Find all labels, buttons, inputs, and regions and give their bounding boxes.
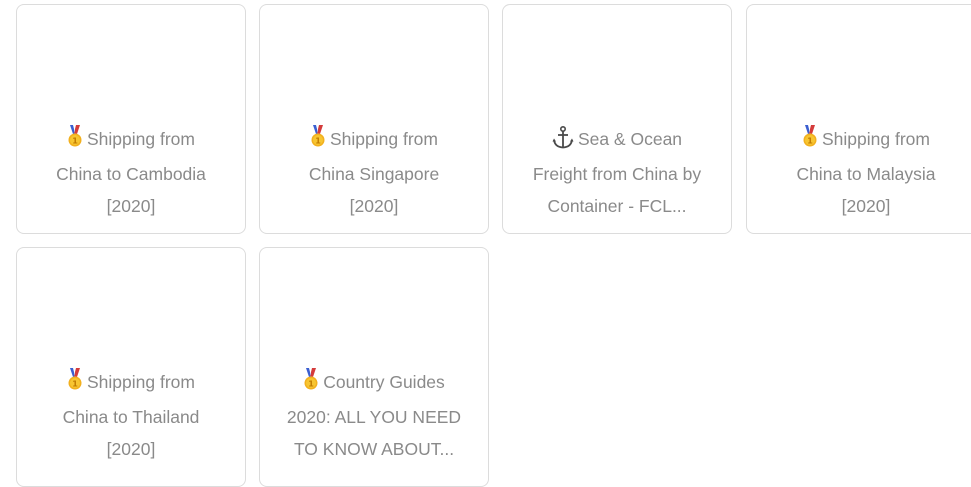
medal-icon: 1 (67, 125, 83, 158)
medal-icon: 1 (303, 368, 319, 401)
post-title[interactable]: 1 Shipping from China to Cambodia [2020] (31, 123, 231, 223)
svg-text:1: 1 (308, 380, 314, 389)
svg-text:1: 1 (72, 137, 78, 146)
related-posts-grid: 1 Shipping from China to Cambodia [2020]… (0, 0, 971, 487)
post-thumbnail[interactable] (17, 248, 245, 358)
post-title[interactable]: Sea & Ocean Freight from China by Contai… (517, 123, 717, 223)
post-card-sea-ocean-freight[interactable]: Sea & Ocean Freight from China by Contai… (502, 4, 732, 234)
medal-icon: 1 (67, 368, 83, 401)
post-thumbnail[interactable] (260, 5, 488, 115)
post-thumbnail[interactable] (503, 5, 731, 115)
post-title[interactable]: 1 Country Guides 2020: ALL YOU NEED TO K… (274, 366, 474, 466)
svg-text:1: 1 (807, 137, 813, 146)
post-card-shipping-cambodia[interactable]: 1 Shipping from China to Cambodia [2020] (16, 4, 246, 234)
medal-icon: 1 (310, 125, 326, 158)
svg-text:1: 1 (315, 137, 321, 146)
svg-text:1: 1 (72, 380, 78, 389)
post-card-shipping-singapore[interactable]: 1 Shipping from China Singapore [2020] (259, 4, 489, 234)
post-title[interactable]: 1 Shipping from China to Thailand [2020] (31, 366, 231, 466)
medal-icon: 1 (802, 125, 818, 158)
post-thumbnail[interactable] (747, 5, 971, 115)
post-thumbnail[interactable] (260, 248, 488, 358)
post-card-shipping-malaysia[interactable]: 1 Shipping from China to Malaysia [2020] (746, 4, 971, 234)
post-title[interactable]: 1 Shipping from China Singapore [2020] (274, 123, 474, 223)
post-thumbnail[interactable] (17, 5, 245, 115)
anchor-icon (552, 125, 574, 158)
post-title[interactable]: 1 Shipping from China to Malaysia [2020] (761, 123, 971, 223)
post-card-shipping-thailand[interactable]: 1 Shipping from China to Thailand [2020] (16, 247, 246, 487)
post-card-country-guides[interactable]: 1 Country Guides 2020: ALL YOU NEED TO K… (259, 247, 489, 487)
